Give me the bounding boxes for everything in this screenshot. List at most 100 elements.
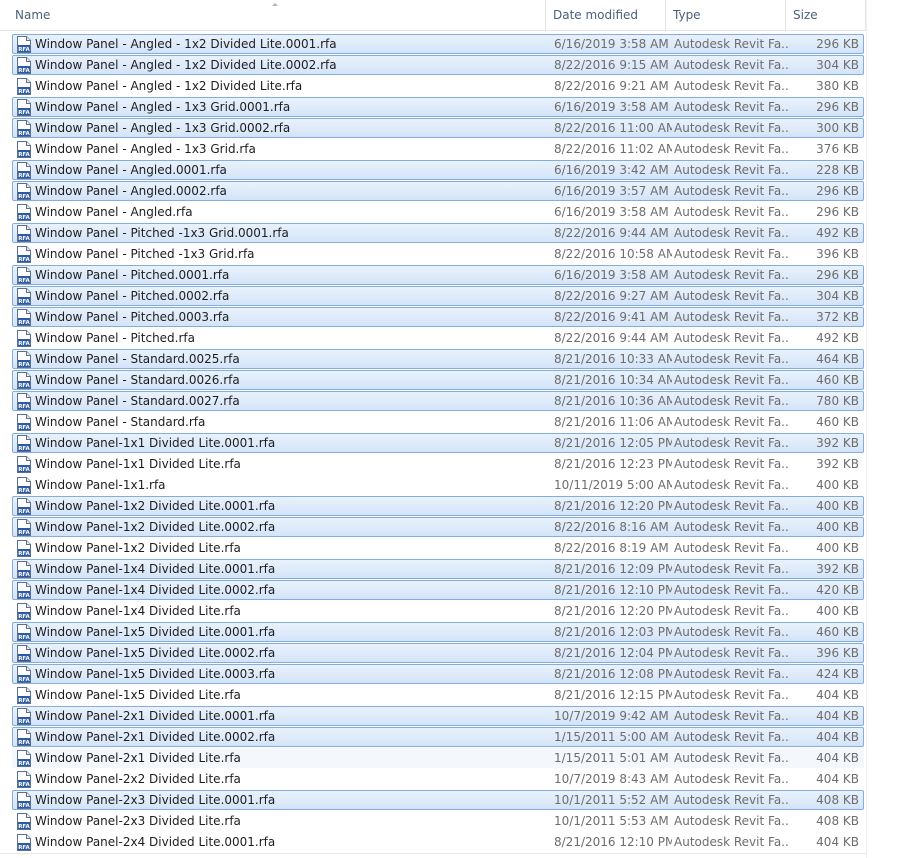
file-date-modified: 6/16/2019 3:57 AM: [554, 184, 669, 198]
file-name: Window Panel-1x4 Divided Lite.0001.rfa: [35, 562, 276, 576]
file-row[interactable]: RFA Window Panel - Pitched.rfa 8/22/2016 9…: [12, 328, 864, 348]
file-row[interactable]: RFA Window Panel-1x2 Divided Lite.rfa 8/22…: [12, 538, 864, 558]
svg-text:RFA: RFA: [18, 236, 30, 242]
file-row[interactable]: RFA Window Panel - Standard.0027.rfa 8/21/…: [12, 391, 864, 411]
column-header-size[interactable]: Size: [786, 0, 866, 30]
file-date-modified: 8/22/2016 9:44 AM: [554, 331, 669, 345]
svg-text:RFA: RFA: [18, 488, 30, 494]
rfa-file-icon: RFA: [16, 393, 32, 410]
file-name: Window Panel - Angled - 1x2 Divided Lite…: [35, 79, 303, 93]
file-row[interactable]: RFA Window Panel - Angled - 1x2 Divided L…: [12, 55, 864, 75]
rfa-file-icon: RFA: [16, 36, 32, 53]
rfa-file-icon: RFA: [16, 561, 32, 578]
svg-text:RFA: RFA: [18, 530, 30, 536]
file-size: 296 KB: [816, 100, 859, 114]
file-row[interactable]: RFA Window Panel - Angled.0001.rfa 6/16/20…: [12, 160, 864, 180]
file-row[interactable]: RFA Window Panel - Pitched.0003.rfa 8/22/2…: [12, 307, 864, 327]
file-row[interactable]: RFA Window Panel-1x1.rfa 10/11/2019 5:00 A…: [12, 475, 864, 495]
file-row[interactable]: RFA Window Panel-1x4 Divided Lite.0001.rf…: [12, 559, 864, 579]
file-date-modified: 8/21/2016 10:34 AM: [554, 373, 672, 387]
file-row[interactable]: RFA Window Panel-2x2 Divided Lite.rfa 10/7…: [12, 769, 864, 789]
file-type: Autodesk Revit Fa...: [674, 562, 790, 576]
rfa-file-icon: RFA: [16, 435, 32, 452]
file-row[interactable]: RFA Window Panel - Angled - 1x3 Grid.rfa 8…: [12, 139, 864, 159]
file-name: Window Panel-2x3 Divided Lite.0001.rfa: [35, 793, 276, 807]
rfa-file-icon: RFA: [16, 624, 32, 641]
svg-text:RFA: RFA: [18, 362, 30, 368]
file-row[interactable]: RFA Window Panel - Standard.rfa 8/21/2016 …: [12, 412, 864, 432]
file-size: 404 KB: [816, 772, 859, 786]
file-row[interactable]: RFA Window Panel-1x2 Divided Lite.0002.rf…: [12, 517, 864, 537]
file-date-modified: 8/22/2016 11:02 AM: [554, 142, 672, 156]
file-row[interactable]: RFA Window Panel - Standard.0026.rfa 8/21/…: [12, 370, 864, 390]
file-row[interactable]: RFA Window Panel - Standard.0025.rfa 8/21/…: [12, 349, 864, 369]
file-type: Autodesk Revit Fa...: [674, 226, 790, 240]
file-size: 404 KB: [816, 751, 859, 765]
svg-text:RFA: RFA: [18, 404, 30, 410]
file-type: Autodesk Revit Fa...: [674, 835, 790, 849]
file-date-modified: 8/21/2016 12:20 PM: [554, 499, 672, 513]
file-size: 464 KB: [816, 352, 859, 366]
file-row[interactable]: RFA Window Panel-1x5 Divided Lite.0001.rf…: [12, 622, 864, 642]
file-date-modified: 8/21/2016 12:08 PM: [554, 667, 672, 681]
file-date-modified: 1/15/2011 5:01 AM: [554, 751, 669, 765]
file-row[interactable]: RFA Window Panel-1x5 Divided Lite.0002.rf…: [12, 643, 864, 663]
file-row[interactable]: RFA Window Panel-2x3 Divided Lite.0001.rf…: [12, 790, 864, 810]
list-bottom-divider: [0, 853, 866, 854]
file-row[interactable]: RFA Window Panel-1x1 Divided Lite.0001.rf…: [12, 433, 864, 453]
file-row[interactable]: RFA Window Panel-1x5 Divided Lite.rfa 8/21…: [12, 685, 864, 705]
file-type: Autodesk Revit Fa...: [674, 247, 790, 261]
file-row[interactable]: RFA Window Panel-2x1 Divided Lite.0001.rf…: [12, 706, 864, 726]
file-date-modified: 6/16/2019 3:58 AM: [554, 205, 669, 219]
file-name: Window Panel-2x1 Divided Lite.0002.rfa: [35, 730, 276, 744]
svg-text:RFA: RFA: [18, 194, 30, 200]
file-name: Window Panel - Pitched.0002.rfa: [35, 289, 230, 303]
svg-text:RFA: RFA: [18, 131, 30, 137]
file-row[interactable]: RFA Window Panel - Angled.0002.rfa 6/16/20…: [12, 181, 864, 201]
rfa-file-icon: RFA: [16, 498, 32, 515]
file-row[interactable]: RFA Window Panel - Pitched.0002.rfa 8/22/2…: [12, 286, 864, 306]
file-row[interactable]: RFA Window Panel-1x5 Divided Lite.0003.rf…: [12, 664, 864, 684]
file-type: Autodesk Revit Fa...: [674, 436, 790, 450]
file-date-modified: 10/7/2019 9:42 AM: [554, 709, 669, 723]
column-header-type[interactable]: Type: [666, 0, 786, 30]
file-row[interactable]: RFA Window Panel - Pitched -1x3 Grid.0001…: [12, 223, 864, 243]
file-row[interactable]: RFA Window Panel - Angled - 1x3 Grid.0002…: [12, 118, 864, 138]
file-row[interactable]: RFA Window Panel - Angled - 1x2 Divided L…: [12, 76, 864, 96]
file-name: Window Panel-1x5 Divided Lite.0003.rfa: [35, 667, 276, 681]
file-row[interactable]: RFA Window Panel-1x2 Divided Lite.0001.rf…: [12, 496, 864, 516]
file-size: 492 KB: [816, 331, 859, 345]
file-row[interactable]: RFA Window Panel-1x1 Divided Lite.rfa 8/21…: [12, 454, 864, 474]
file-type: Autodesk Revit Fa...: [674, 541, 790, 555]
rfa-file-icon: RFA: [16, 309, 32, 326]
file-row[interactable]: RFA Window Panel-2x1 Divided Lite.0002.rf…: [12, 727, 864, 747]
file-size: 492 KB: [816, 226, 859, 240]
sort-ascending-icon: [272, 3, 278, 6]
rfa-file-icon: RFA: [16, 78, 32, 95]
file-row[interactable]: RFA Window Panel-2x3 Divided Lite.rfa 10/1…: [12, 811, 864, 831]
file-size: 400 KB: [816, 520, 859, 534]
file-name: Window Panel-2x1 Divided Lite.0001.rfa: [35, 709, 276, 723]
file-name: Window Panel - Angled - 1x3 Grid.rfa: [35, 142, 256, 156]
column-header-date-modified[interactable]: Date modified: [546, 0, 666, 30]
rfa-file-icon: RFA: [16, 141, 32, 158]
file-type: Autodesk Revit Fa...: [674, 58, 790, 72]
file-row[interactable]: RFA Window Panel - Angled.rfa 6/16/2019 3:…: [12, 202, 864, 222]
file-row[interactable]: RFA Window Panel - Pitched -1x3 Grid.rfa 8…: [12, 244, 864, 264]
rfa-file-icon: RFA: [16, 750, 32, 767]
file-row[interactable]: RFA Window Panel - Pitched.0001.rfa 6/16/2…: [12, 265, 864, 285]
file-date-modified: 6/16/2019 3:58 AM: [554, 100, 669, 114]
file-row[interactable]: RFA Window Panel-2x1 Divided Lite.rfa 1/15…: [12, 748, 864, 768]
file-row[interactable]: RFA Window Panel - Angled - 1x3 Grid.0001…: [12, 97, 864, 117]
file-row[interactable]: RFA Window Panel-1x4 Divided Lite.rfa 8/21…: [12, 601, 864, 621]
rfa-file-icon: RFA: [16, 708, 32, 725]
file-row[interactable]: RFA Window Panel - Angled - 1x2 Divided L…: [12, 34, 864, 54]
rfa-file-icon: RFA: [16, 813, 32, 830]
file-name: Window Panel-1x4 Divided Lite.rfa: [35, 604, 241, 618]
file-type: Autodesk Revit Fa...: [674, 730, 790, 744]
file-row[interactable]: RFA Window Panel-1x4 Divided Lite.0002.rf…: [12, 580, 864, 600]
file-type: Autodesk Revit Fa...: [674, 478, 790, 492]
file-date-modified: 8/21/2016 12:03 PM: [554, 625, 672, 639]
file-name: Window Panel-1x5 Divided Lite.0002.rfa: [35, 646, 276, 660]
file-row[interactable]: RFA Window Panel-2x4 Divided Lite.0001.rf…: [12, 832, 864, 852]
